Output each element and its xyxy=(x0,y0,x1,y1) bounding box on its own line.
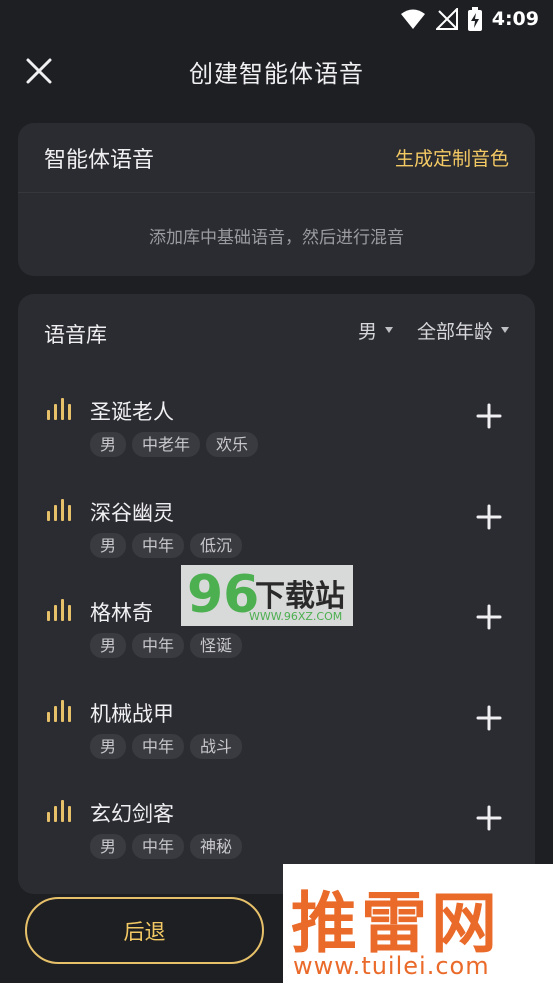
tag: 男 xyxy=(90,432,127,457)
tag: 欢乐 xyxy=(206,432,259,457)
watermark-tuilei-url: www.tuilei.com xyxy=(293,952,490,980)
agent-voice-header: 智能体语音 生成定制音色 xyxy=(18,123,535,193)
voice-name: 圣诞老人 xyxy=(90,400,174,424)
add-voice-button[interactable] xyxy=(475,503,503,531)
status-time: 4:09 xyxy=(491,8,539,30)
voice-tags: 男 中年 战斗 xyxy=(90,734,243,759)
back-button[interactable]: 后退 xyxy=(25,897,264,964)
close-button[interactable] xyxy=(22,54,56,88)
back-button-label: 后退 xyxy=(123,919,166,944)
agent-voice-title: 智能体语音 xyxy=(44,147,155,173)
agent-voice-card: 智能体语音 生成定制音色 添加库中基础语音，然后进行混音 xyxy=(18,123,535,276)
voice-tags: 男 中年 低沉 xyxy=(90,533,243,558)
tag: 战斗 xyxy=(190,734,243,759)
voice-tags: 男 中年 怪诞 xyxy=(90,633,243,658)
filters: 男 全部年龄 xyxy=(358,317,509,344)
agent-voice-hint: 添加库中基础语音，然后进行混音 xyxy=(149,228,404,248)
watermark-tuilei: 推雷网 www.tuilei.com xyxy=(283,864,553,983)
tag: 怪诞 xyxy=(190,633,243,658)
voice-item-mech[interactable]: 机械战甲 男 中年 战斗 xyxy=(18,686,535,786)
gender-filter-label: 男 xyxy=(357,320,377,343)
voice-tags: 男 中老年 欢乐 xyxy=(90,432,259,457)
wifi-icon xyxy=(400,9,425,29)
audio-bars-icon xyxy=(47,499,71,521)
add-voice-button[interactable] xyxy=(475,704,503,732)
audio-bars-icon xyxy=(47,599,71,621)
tag: 男 xyxy=(90,834,127,859)
voice-name: 机械战甲 xyxy=(90,702,174,726)
voice-library-header: 语音库 男 全部年龄 xyxy=(18,294,535,370)
caret-down-icon xyxy=(384,327,393,333)
watermark-96xz: 96 下载站 WWW.96XZ.COM xyxy=(181,565,353,626)
close-icon xyxy=(26,58,52,84)
gender-filter[interactable]: 男 xyxy=(358,317,393,344)
audio-bars-icon xyxy=(47,398,71,420)
no-signal-icon xyxy=(435,8,458,30)
tag: 中老年 xyxy=(132,432,201,457)
watermark-96-url: WWW.96XZ.COM xyxy=(249,610,343,623)
add-voice-button[interactable] xyxy=(475,402,503,430)
voice-library-title: 语音库 xyxy=(44,323,107,347)
voice-name: 格林奇 xyxy=(90,601,153,625)
tag: 男 xyxy=(90,533,127,558)
tag: 低沉 xyxy=(190,533,243,558)
watermark-96-text: 下载站 xyxy=(255,579,345,614)
voice-tags: 男 中年 神秘 xyxy=(90,834,243,859)
battery-charging-icon xyxy=(467,7,482,31)
voice-name: 深谷幽灵 xyxy=(90,501,174,525)
add-voice-button[interactable] xyxy=(475,603,503,631)
tag: 男 xyxy=(90,633,127,658)
audio-bars-icon xyxy=(47,700,71,722)
tag: 中年 xyxy=(132,734,185,759)
age-filter-label: 全部年龄 xyxy=(416,320,493,343)
header: 创建智能体语音 xyxy=(0,38,553,104)
add-voice-button[interactable] xyxy=(475,804,503,832)
tag: 中年 xyxy=(132,533,185,558)
tag: 中年 xyxy=(132,633,185,658)
voice-item-santa[interactable]: 圣诞老人 男 中老年 欢乐 xyxy=(18,384,535,484)
tag: 神秘 xyxy=(190,834,243,859)
age-filter[interactable]: 全部年龄 xyxy=(417,317,509,344)
tag: 男 xyxy=(90,734,127,759)
tag: 中年 xyxy=(132,834,185,859)
caret-down-icon xyxy=(501,327,509,333)
page-title: 创建智能体语音 xyxy=(189,59,364,88)
status-bar: 4:09 xyxy=(0,0,553,38)
voice-name: 玄幻剑客 xyxy=(90,802,174,826)
generate-custom-voice-link[interactable]: 生成定制音色 xyxy=(395,144,509,171)
audio-bars-icon xyxy=(47,800,71,822)
